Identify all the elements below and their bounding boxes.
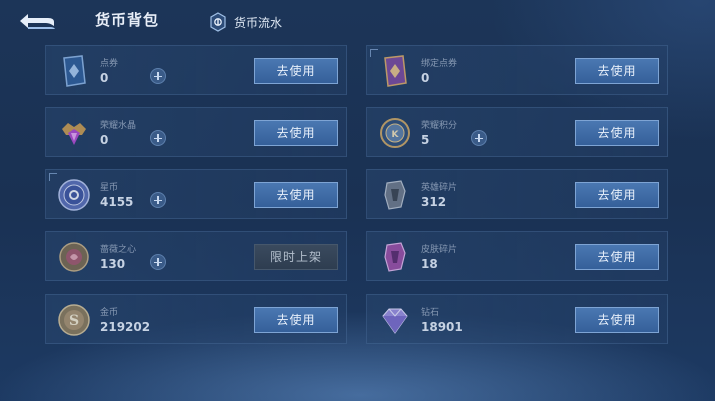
currency-name: 钻石 [421, 308, 440, 318]
currency-card-glory-points: K 荣耀积分 5 去使用 [366, 107, 668, 157]
back-button[interactable] [14, 9, 58, 33]
currency-name: 金币 [100, 308, 119, 318]
currency-amount: 0 [421, 71, 430, 85]
add-currency-button[interactable] [150, 192, 166, 208]
use-button[interactable]: 去使用 [254, 58, 338, 84]
currency-card-coupon: 点券 0 去使用 [45, 45, 347, 95]
currency-name: 蔷薇之心 [100, 245, 137, 255]
coupon-card-icon [63, 55, 86, 87]
currency-flow-icon [210, 12, 226, 32]
star-coin-icon [58, 179, 90, 211]
gold-coin-icon: S [58, 304, 90, 336]
svg-text:S: S [69, 313, 79, 329]
currency-name: 荣耀水晶 [100, 121, 137, 131]
skin-fragment-icon [384, 242, 406, 272]
currency-name: 皮肤碎片 [421, 245, 458, 255]
currency-card-skin-fragment: 皮肤碎片 18 去使用 [366, 231, 668, 281]
limited-time-button[interactable]: 限时上架 [254, 244, 338, 270]
currency-name: 荣耀积分 [421, 121, 458, 131]
currency-card-gold-coin: S 金币 219202 去使用 [45, 294, 347, 344]
top-bar: 货币背包 货币流水 [0, 0, 715, 42]
add-currency-button[interactable] [150, 254, 166, 270]
use-button[interactable]: 去使用 [575, 307, 659, 333]
currency-name: 点券 [100, 59, 119, 69]
add-currency-button[interactable] [150, 130, 166, 146]
page-title: 货币背包 [95, 11, 160, 29]
use-button[interactable]: 去使用 [254, 182, 338, 208]
use-button[interactable]: 去使用 [575, 182, 659, 208]
use-button[interactable]: 去使用 [254, 120, 338, 146]
bound-coupon-card-icon [384, 55, 407, 87]
currency-name: 星币 [100, 183, 119, 193]
currency-amount: 5 [421, 133, 430, 147]
currency-card-rose-heart: 蔷薇之心 130 限时上架 [45, 231, 347, 281]
glory-crystal-icon [62, 123, 86, 145]
currency-flow-link[interactable]: 货币流水 [210, 10, 282, 34]
use-button[interactable]: 去使用 [575, 244, 659, 270]
currency-amount: 312 [421, 195, 447, 209]
currency-card-diamond: 钻石 18901 去使用 [366, 294, 668, 344]
currency-name: 英雄碎片 [421, 183, 458, 193]
currency-name: 绑定点券 [421, 59, 458, 69]
diamond-icon [382, 308, 408, 334]
back-arrow-icon [20, 14, 55, 29]
glory-points-icon: K [380, 118, 410, 148]
use-button[interactable]: 去使用 [254, 307, 338, 333]
currency-card-star-coin: 星币 4155 去使用 [45, 169, 347, 219]
currency-card-hero-fragment: 英雄碎片 312 去使用 [366, 169, 668, 219]
currency-amount: 219202 [100, 320, 151, 334]
use-button[interactable]: 去使用 [575, 58, 659, 84]
currency-amount: 130 [100, 257, 126, 271]
currency-amount: 18901 [421, 320, 463, 334]
currency-amount: 4155 [100, 195, 134, 209]
currency-amount: 0 [100, 71, 109, 85]
currency-card-bound-coupon: 绑定点券 0 去使用 [366, 45, 668, 95]
rose-heart-icon [59, 242, 89, 272]
use-button[interactable]: 去使用 [575, 120, 659, 146]
currency-amount: 0 [100, 133, 109, 147]
svg-text:K: K [392, 130, 400, 140]
add-currency-button[interactable] [150, 68, 166, 84]
currency-card-glory-crystal: 荣耀水晶 0 去使用 [45, 107, 347, 157]
currency-amount: 18 [421, 257, 438, 271]
hero-fragment-icon [384, 180, 406, 210]
add-currency-button[interactable] [471, 130, 487, 146]
currency-flow-label: 货币流水 [234, 15, 283, 30]
